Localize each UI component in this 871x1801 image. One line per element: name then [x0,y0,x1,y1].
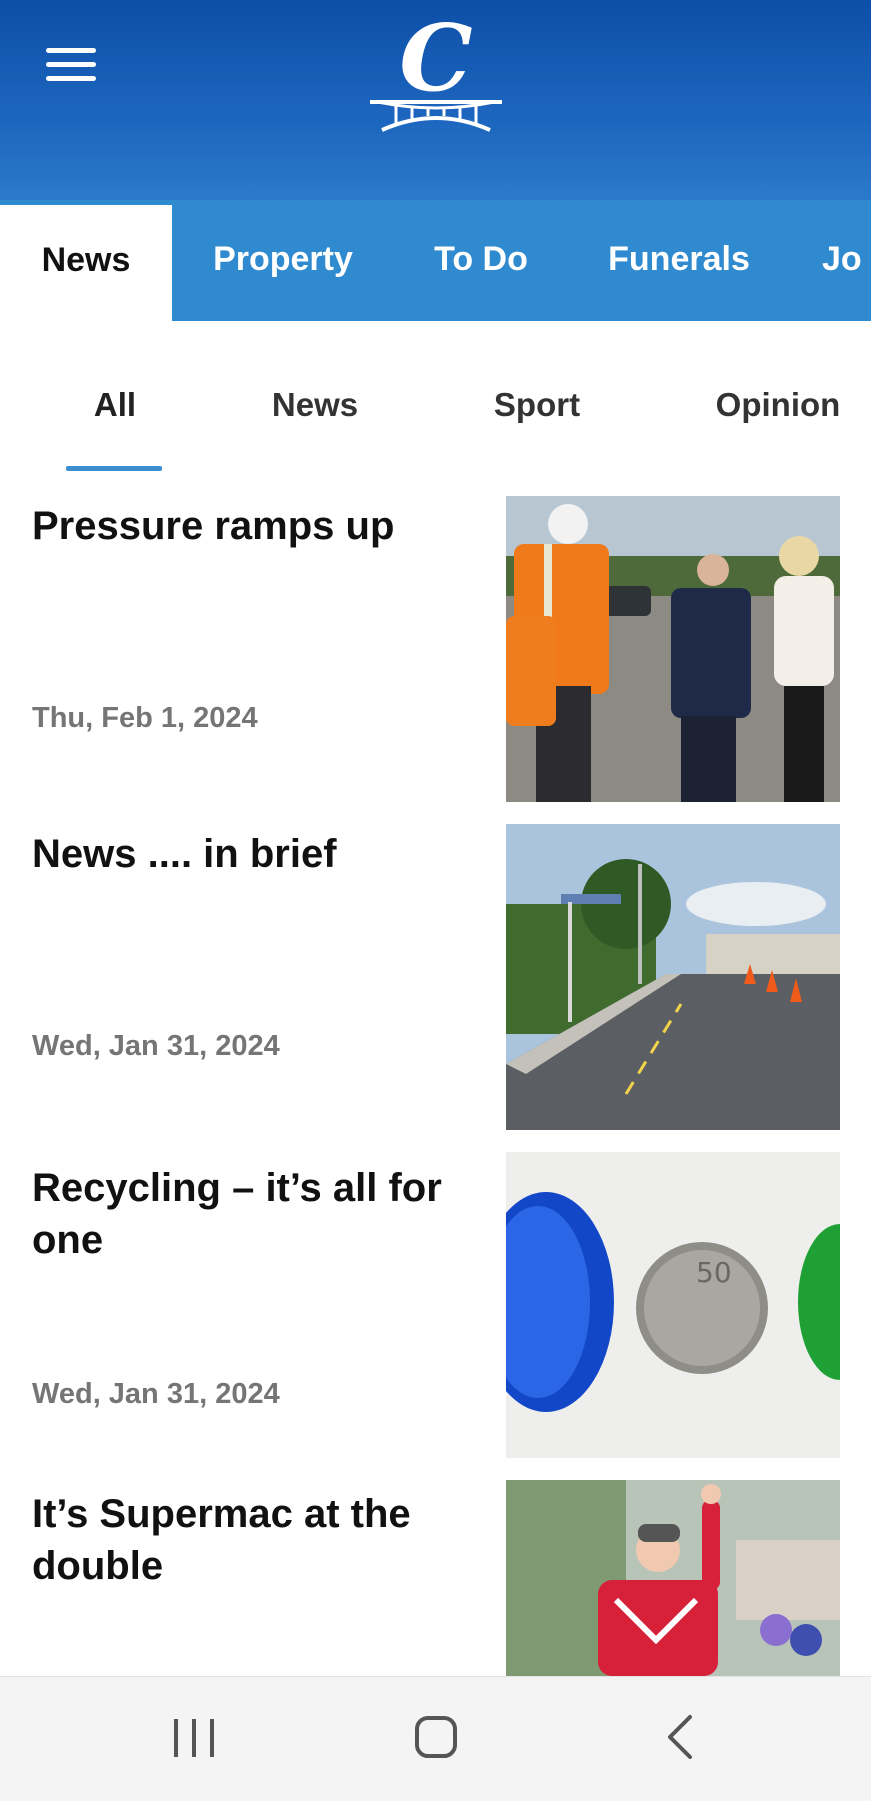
section-tabs: News Property To Do Funerals Jo [0,200,871,321]
menu-icon[interactable] [46,48,96,84]
subtab-news[interactable]: News [250,380,380,430]
tab-funerals[interactable]: Funerals [594,200,764,321]
svg-text:50: 50 [696,1256,732,1289]
svg-text:C: C [399,10,472,112]
article-thumbnail [506,824,840,1130]
article-date: Thu, Feb 1, 2024 [32,702,258,734]
article-title: It’s Supermac at the double [32,1492,411,1588]
subtab-sport[interactable]: Sport [470,380,604,430]
home-icon[interactable] [396,1707,476,1767]
back-icon[interactable] [640,1707,720,1767]
article-card[interactable]: Recycling – it’s all for one Wed, Jan 31… [0,1152,871,1458]
subtab-all[interactable]: All [70,380,160,430]
tab-to-do[interactable]: To Do [420,200,542,321]
article-card[interactable]: News .... in brief Wed, Jan 31, 2024 [0,824,871,1130]
article-date: Wed, Jan 31, 2024 [32,1030,280,1062]
tab-jobs[interactable]: Jo [822,200,871,321]
article-thumbnail [506,496,840,802]
article-title: News .... in brief [32,832,337,876]
recent-apps-icon[interactable] [154,1707,234,1767]
app-logo[interactable]: C [368,4,504,135]
subtab-indicator [66,466,162,471]
article-title: Recycling – it’s all for one [32,1166,442,1262]
tab-news[interactable]: News [0,200,172,321]
app-header: C [0,0,871,200]
system-navigation-bar [0,1676,871,1801]
article-thumbnail: 50 [506,1152,840,1458]
article-title: Pressure ramps up [32,504,395,548]
article-date: Wed, Jan 31, 2024 [32,1378,280,1410]
article-card[interactable]: It’s Supermac at the double [0,1480,871,1676]
article-thumbnail [506,1480,840,1676]
tab-property[interactable]: Property [198,200,368,321]
article-card[interactable]: Pressure ramps up Thu, Feb 1, 2024 [0,496,871,802]
subtab-opinion[interactable]: Opinion [706,380,850,430]
